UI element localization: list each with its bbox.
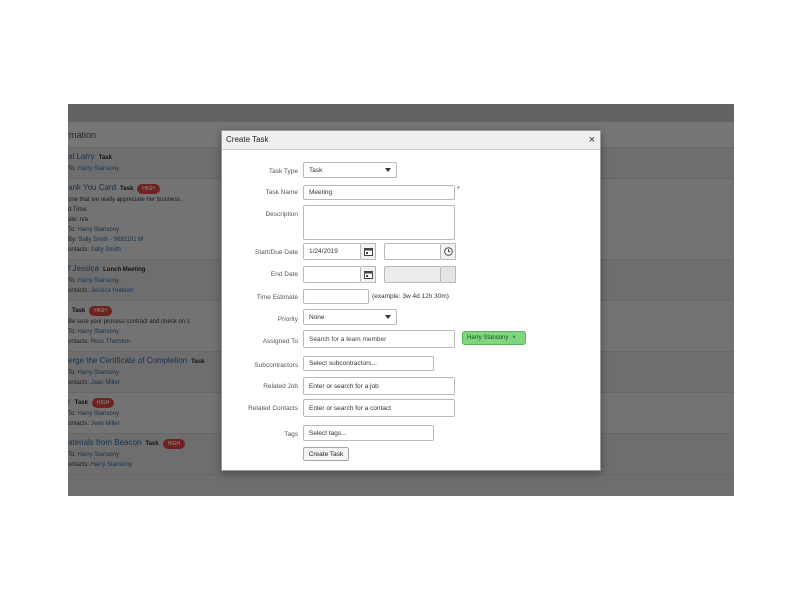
assignee-chip[interactable]: Harry Stansony × — [462, 331, 526, 345]
tags-placeholder: Select tags... — [309, 429, 347, 437]
clock-icon[interactable] — [441, 243, 456, 260]
time-estimate-input[interactable] — [303, 289, 369, 304]
end-date-input[interactable] — [303, 266, 361, 283]
related-job-placeholder: Enter or search for a job — [309, 382, 379, 390]
task-name-input[interactable]: Meeting — [303, 185, 455, 200]
tags-select[interactable]: Select tags... — [303, 425, 434, 441]
assigned-to-placeholder: Search for a team member — [309, 335, 387, 343]
assignee-chip-label: Harry Stansony — [467, 335, 509, 341]
subcontractors-select[interactable]: Select subcontractors... — [303, 356, 434, 371]
related-job-input[interactable]: Enter or search for a job — [303, 377, 455, 395]
priority-value: None — [309, 313, 325, 321]
description-textarea[interactable] — [303, 205, 455, 240]
task-name-label: Task Name — [265, 189, 298, 196]
end-date-label: End Date — [270, 271, 298, 278]
time-estimate-hint: (example: 3w 4d 12h 30m) — [372, 293, 449, 300]
start-date-input[interactable]: 1/24/2019 — [303, 243, 361, 260]
dialog-header: Create Task × — [222, 131, 600, 150]
start-due-date-label: Start/Due Date — [255, 249, 298, 256]
clock-icon — [441, 266, 456, 283]
subcontractors-placeholder: Select subcontractors... — [309, 360, 377, 367]
calendar-icon[interactable] — [361, 266, 376, 283]
time-estimate-label: Time Estimate — [256, 294, 298, 301]
assigned-to-input[interactable]: Search for a team member — [303, 330, 455, 348]
start-time-input[interactable] — [384, 243, 441, 260]
create-task-button[interactable]: Create Task — [303, 447, 349, 461]
close-icon[interactable]: × — [512, 335, 516, 341]
chevron-down-icon — [385, 315, 391, 319]
task-type-label: Task Type — [268, 168, 298, 175]
related-contacts-input[interactable]: Enter or search for a contact — [303, 399, 455, 417]
start-date-value: 1/24/2019 — [309, 248, 338, 255]
description-label: Description — [265, 211, 298, 218]
related-contacts-label: Related Contacts — [248, 405, 298, 412]
subcontractors-label: Subcontractors — [254, 362, 298, 369]
priority-select[interactable]: None — [303, 309, 397, 325]
end-time-input — [384, 266, 441, 283]
dialog-title: Create Task — [226, 135, 269, 144]
chevron-down-icon — [385, 168, 391, 172]
related-job-label: Related Job — [263, 383, 298, 390]
required-marker: * — [457, 186, 460, 193]
task-type-select[interactable]: Task — [303, 162, 397, 178]
assigned-to-label: Assigned To — [262, 338, 298, 345]
calendar-icon[interactable] — [361, 243, 376, 260]
task-name-value: Meeting — [309, 189, 333, 196]
close-icon[interactable]: × — [589, 133, 595, 147]
create-task-dialog: Create Task × Task Type Task Task Name M… — [221, 130, 601, 471]
task-type-value: Task — [309, 166, 323, 174]
priority-label: Priority — [277, 316, 298, 323]
tags-label: Tags — [284, 431, 298, 438]
related-contacts-placeholder: Enter or search for a contact — [309, 404, 392, 412]
